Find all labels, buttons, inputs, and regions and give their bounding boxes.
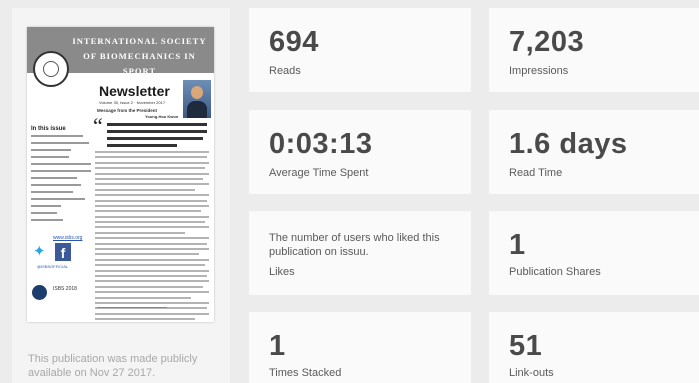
cover-message-title: Message from the President xyxy=(97,108,158,113)
cover-website-link: www.isbs.org xyxy=(53,235,83,241)
cover-hashtag: @ISBSOFFICIAL xyxy=(37,264,69,269)
facebook-icon: f xyxy=(55,243,71,261)
cover-heading: Newsletter xyxy=(99,83,170,99)
stat-card-likes: The number of users who liked this publi… xyxy=(249,211,471,295)
society-seal-logo xyxy=(33,51,69,87)
stat-card-times-stacked: 1 Times Stacked xyxy=(249,312,471,383)
publication-panel: INTERNATIONAL SOCIETY OF BIOMECHANICS IN… xyxy=(12,8,230,383)
cover-subheading: Volume 35, Issue 2 · November 2017 xyxy=(99,100,166,105)
stat-label: Reads xyxy=(269,65,301,77)
stat-card-publication-shares: 1 Publication Shares xyxy=(489,211,699,295)
stat-card-impressions: 7,203 Impressions xyxy=(489,8,699,92)
cover-society-title: INTERNATIONAL SOCIETY OF BIOMECHANICS IN… xyxy=(72,36,207,76)
stat-value: 7,203 xyxy=(509,26,585,58)
stat-label: Times Stacked xyxy=(269,367,342,379)
cover-president-name: Young-Hoo Kwon xyxy=(145,114,179,119)
stat-card-reads: 694 Reads xyxy=(249,8,471,92)
stat-value: 1 xyxy=(269,330,286,362)
cover-toc-lines xyxy=(31,135,91,226)
made-public-notice: This publication was made publicly avail… xyxy=(28,353,198,379)
cover-intro-text xyxy=(107,123,207,151)
publication-cover[interactable]: INTERNATIONAL SOCIETY OF BIOMECHANICS IN… xyxy=(27,27,214,322)
stat-value: 51 xyxy=(509,330,543,362)
stat-label: Impressions xyxy=(509,65,569,77)
stat-value: 1 xyxy=(509,229,526,261)
cover-toc-title: In this issue xyxy=(31,126,66,132)
stat-label: Read Time xyxy=(509,167,563,179)
stat-label: Publication Shares xyxy=(509,266,601,278)
stat-label: Link-outs xyxy=(509,367,554,379)
stat-label: Average Time Spent xyxy=(269,167,369,179)
stat-card-average-time: 0:03:13 Average Time Spent xyxy=(249,110,471,194)
stat-card-read-time: 1.6 days Read Time xyxy=(489,110,699,194)
cover-footer-rule xyxy=(97,307,167,308)
twitter-icon: ✦ xyxy=(33,243,46,260)
cover-conference: ISBS 2018 xyxy=(53,286,77,292)
stat-label: Likes xyxy=(269,266,295,278)
stat-value: 0:03:13 xyxy=(269,128,373,160)
cover-body-text xyxy=(95,151,209,322)
stat-card-link-outs: 51 Link-outs xyxy=(489,312,699,383)
stat-value: 694 xyxy=(269,26,319,58)
likes-description: The number of users who liked this publi… xyxy=(269,232,440,258)
conference-logo xyxy=(32,285,47,300)
president-photo xyxy=(183,80,211,118)
quote-mark-icon: “ xyxy=(93,113,103,138)
stat-value: 1.6 days xyxy=(509,128,628,160)
